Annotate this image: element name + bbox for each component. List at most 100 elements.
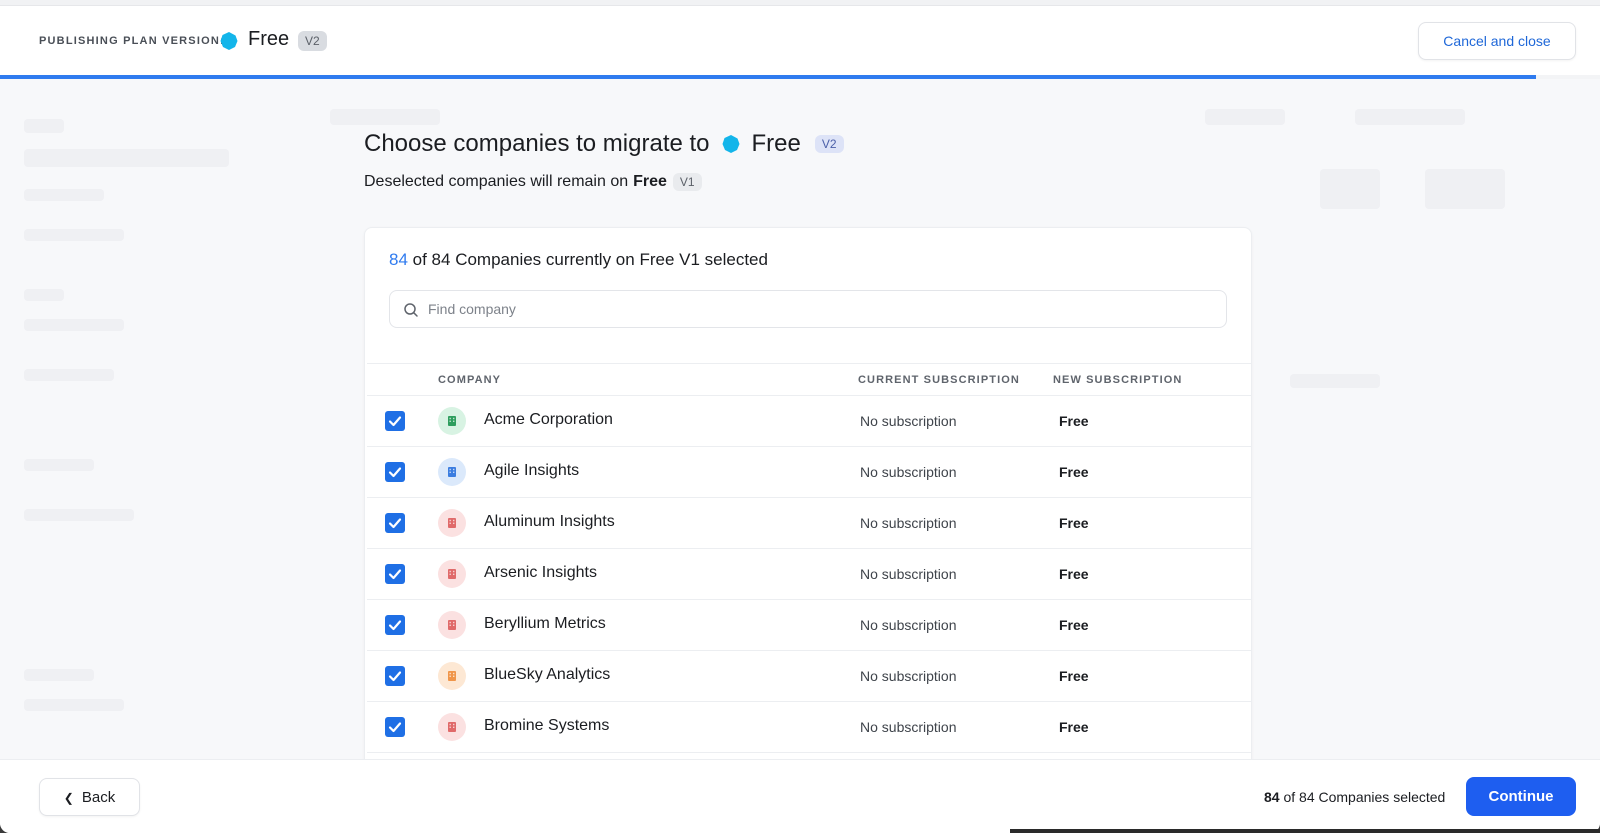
checkmark-icon: [388, 620, 402, 631]
back-button-label: Back: [81, 788, 116, 806]
background-placeholder: [24, 669, 94, 681]
building-icon: [448, 671, 456, 681]
row-checkbox[interactable]: [385, 513, 405, 533]
company-logo-icon: [438, 611, 466, 639]
table-row[interactable]: Acme Corporation No subscription Free: [367, 396, 1251, 447]
cancel-and-close-button[interactable]: Cancel and close: [1418, 22, 1576, 60]
company-name: Acme Corporation: [484, 411, 613, 428]
building-icon: [448, 416, 456, 426]
building-icon: [448, 467, 456, 477]
search-input[interactable]: [428, 291, 1208, 327]
table-row[interactable]: Beryllium Metrics No subscription Free: [367, 600, 1251, 651]
building-icon: [448, 518, 456, 528]
row-checkbox[interactable]: [385, 462, 405, 482]
current-subscription: No subscription: [860, 668, 957, 684]
current-subscription: No subscription: [860, 464, 957, 480]
company-logo-icon: [438, 407, 466, 435]
subtitle-version-badge: V1: [672, 173, 702, 191]
row-checkbox[interactable]: [385, 717, 405, 737]
header-bar: PUBLISHING PLAN VERSION: Free V2 Cancel …: [0, 6, 1600, 76]
company-name: Arsenic Insights: [484, 564, 597, 581]
table-header: COMPANY CURRENT SUBSCRIPTION NEW SUBSCRI…: [367, 363, 1251, 396]
title-version-badge: V2: [814, 135, 844, 153]
company-name: Beryllium Metrics: [484, 615, 606, 632]
checkmark-icon: [388, 671, 402, 682]
search-icon: [404, 303, 418, 317]
new-subscription: Free: [1059, 668, 1089, 684]
plan-version-badge: V2: [298, 31, 327, 51]
background-placeholder: [1355, 109, 1465, 125]
company-name: Aluminum Insights: [484, 513, 615, 530]
background-placeholder: [24, 319, 124, 331]
selection-summary-text: of 84 Companies currently on Free V1 sel…: [412, 250, 768, 269]
new-subscription: Free: [1059, 515, 1089, 531]
background-placeholder: [24, 459, 94, 471]
footer-bar: ❮ Back 84 of 84 Companies selected Contin…: [0, 759, 1600, 833]
page-subtitle: Deselected companies will remain on Free…: [364, 173, 702, 191]
building-icon: [448, 620, 456, 630]
new-subscription: Free: [1059, 617, 1089, 633]
row-checkbox[interactable]: [385, 615, 405, 635]
publishing-plan-label: PUBLISHING PLAN VERSION:: [39, 35, 225, 47]
company-logo-icon: [438, 509, 466, 537]
column-header-new-subscription[interactable]: NEW SUBSCRIPTION: [1053, 374, 1182, 386]
building-icon: [448, 722, 456, 732]
background-placeholder: [24, 229, 124, 241]
table-row[interactable]: Agile Insights No subscription Free: [367, 447, 1251, 498]
row-checkbox[interactable]: [385, 564, 405, 584]
footer-selection-summary: 84 of 84 Companies selected: [1264, 789, 1445, 805]
company-name: Agile Insights: [484, 462, 580, 479]
new-subscription: Free: [1059, 566, 1089, 582]
back-button[interactable]: ❮ Back: [39, 778, 140, 816]
background-placeholder: [24, 509, 134, 521]
current-subscription: No subscription: [860, 719, 957, 735]
company-selection-card: 84 of 84 Companies currently on Free V1 …: [364, 227, 1252, 767]
company-logo-icon: [438, 713, 466, 741]
table-row[interactable]: BlueSky Analytics No subscription Free: [367, 651, 1251, 702]
checkmark-icon: [388, 569, 402, 580]
page-title: Choose companies to migrate to Free V2: [364, 130, 844, 158]
building-icon: [448, 569, 456, 579]
subtitle-plan-name: Free: [633, 173, 667, 190]
plan-name: Free: [248, 28, 290, 50]
table-row[interactable]: Aluminum Insights No subscription Free: [367, 498, 1251, 549]
new-subscription: Free: [1059, 719, 1089, 735]
selected-count: 84: [389, 250, 408, 269]
new-subscription: Free: [1059, 413, 1089, 429]
current-subscription: No subscription: [860, 566, 957, 582]
background-placeholder: [24, 699, 124, 711]
selection-summary: 84 of 84 Companies currently on Free V1 …: [389, 250, 768, 270]
plan-color-dot-icon: [220, 32, 238, 50]
background-placeholder: [24, 119, 64, 133]
row-checkbox[interactable]: [385, 666, 405, 686]
company-logo-icon: [438, 560, 466, 588]
background-placeholder: [24, 369, 114, 381]
subtitle-text: Deselected companies will remain on: [364, 173, 629, 190]
page-title-text: Choose companies to migrate to: [364, 130, 710, 157]
table-row[interactable]: Arsenic Insights No subscription Free: [367, 549, 1251, 600]
background-placeholder: [24, 189, 104, 201]
current-subscription: No subscription: [860, 413, 957, 429]
chevron-left-icon: ❮: [63, 790, 74, 805]
column-header-current-subscription[interactable]: CURRENT SUBSCRIPTION: [858, 374, 1020, 386]
company-search[interactable]: [389, 290, 1227, 328]
new-subscription: Free: [1059, 464, 1089, 480]
table-row[interactable]: Bromine Systems No subscription Free: [367, 702, 1251, 753]
current-subscription: No subscription: [860, 617, 957, 633]
checkmark-icon: [388, 722, 402, 733]
plan-color-dot-icon: [722, 135, 740, 153]
column-header-company[interactable]: COMPANY: [438, 374, 501, 386]
checkmark-icon: [388, 416, 402, 427]
background-placeholder: [24, 289, 64, 301]
background-placeholder: [330, 109, 440, 125]
footer-selection-text: of 84 Companies selected: [1283, 789, 1446, 805]
background-placeholder: [1290, 374, 1380, 388]
row-checkbox[interactable]: [385, 411, 405, 431]
title-plan-name: Free: [751, 130, 801, 157]
desktop-background: [1010, 829, 1600, 833]
migration-window: PUBLISHING PLAN VERSION: Free V2 Cancel …: [0, 0, 1600, 833]
background-placeholder: [24, 149, 229, 167]
continue-button[interactable]: Continue: [1466, 777, 1576, 816]
company-name: Bromine Systems: [484, 717, 610, 734]
company-logo-icon: [438, 662, 466, 690]
